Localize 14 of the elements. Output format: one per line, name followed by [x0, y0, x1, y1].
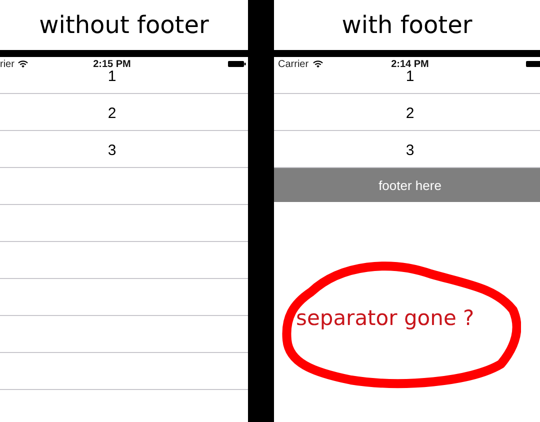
annotation-text: separator gone ? [296, 306, 474, 330]
table-footer: footer here [274, 168, 540, 202]
wifi-icon [312, 60, 323, 68]
panel-title: with footer [342, 11, 472, 39]
wifi-icon [18, 60, 28, 68]
panel-title: without footer [39, 11, 209, 39]
battery-icon [526, 61, 540, 67]
table-row[interactable]: 2 [274, 94, 540, 131]
table-row[interactable]: 2 [0, 94, 248, 131]
status-time: 2:15 PM [92, 58, 132, 70]
carrier-label: rier [0, 58, 14, 70]
battery-icon [228, 61, 246, 67]
carrier-label: Carrier [278, 58, 309, 70]
status-time: 2:14 PM [390, 58, 430, 70]
